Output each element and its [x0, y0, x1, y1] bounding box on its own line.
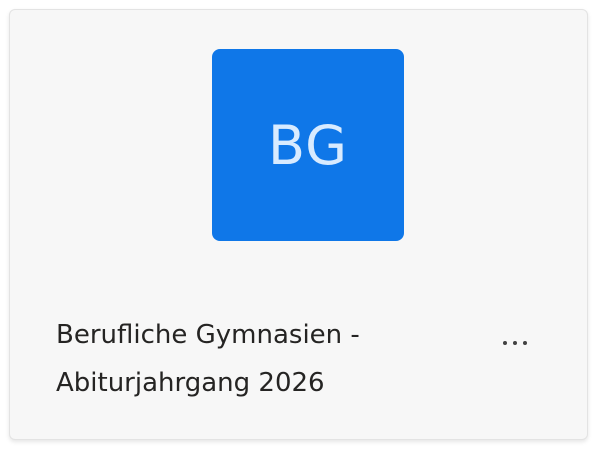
team-avatar: BG: [212, 49, 404, 241]
more-horizontal-icon: [503, 341, 527, 345]
team-name-line-2: Abiturjahrgang 2026: [56, 368, 325, 398]
team-name: Berufliche Gymnasien - Abiturjahrgang 20…: [56, 311, 466, 407]
team-card[interactable]: BG Berufliche Gymnasien - Abiturjahrgang…: [9, 9, 588, 440]
more-options-button[interactable]: [488, 328, 542, 358]
team-avatar-initials: BG: [268, 113, 348, 177]
team-name-line-1: Berufliche Gymnasien -: [56, 320, 360, 350]
